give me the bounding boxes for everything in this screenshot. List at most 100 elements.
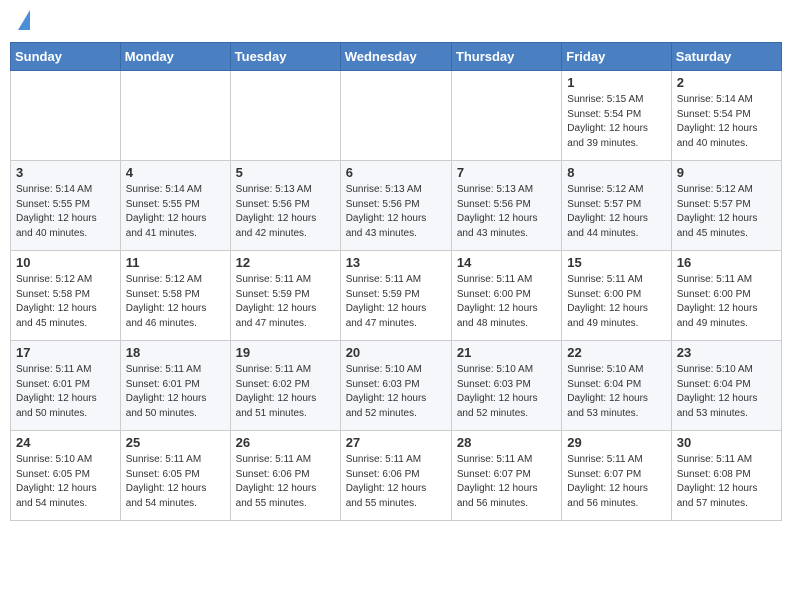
calendar-cell: 21 Sunrise: 5:10 AM Sunset: 6:03 PM Dayli… xyxy=(451,341,561,431)
day-info: Sunrise: 5:11 AM Sunset: 6:07 PM Dayligh… xyxy=(457,453,556,511)
day-info: Sunrise: 5:10 AM Sunset: 6:04 PM Dayligh… xyxy=(677,363,776,421)
calendar-cell: 25 Sunrise: 5:11 AM Sunset: 6:05 PM Dayli… xyxy=(120,431,230,521)
day-number: 15 xyxy=(567,255,665,270)
day-number: 19 xyxy=(236,345,335,360)
calendar-cell: 8 Sunrise: 5:12 AM Sunset: 5:57 PM Daylig… xyxy=(562,161,671,251)
day-info: Sunrise: 5:11 AM Sunset: 5:59 PM Dayligh… xyxy=(346,273,446,331)
logo xyxy=(15,10,30,32)
day-info: Sunrise: 5:15 AM Sunset: 5:54 PM Dayligh… xyxy=(567,93,665,151)
calendar-cell: 4 Sunrise: 5:14 AM Sunset: 5:55 PM Daylig… xyxy=(120,161,230,251)
day-info: Sunrise: 5:11 AM Sunset: 6:00 PM Dayligh… xyxy=(567,273,665,331)
calendar-cell: 3 Sunrise: 5:14 AM Sunset: 5:55 PM Daylig… xyxy=(11,161,121,251)
calendar-cell: 14 Sunrise: 5:11 AM Sunset: 6:00 PM Dayli… xyxy=(451,251,561,341)
calendar-week-row: 3 Sunrise: 5:14 AM Sunset: 5:55 PM Daylig… xyxy=(11,161,782,251)
day-number: 12 xyxy=(236,255,335,270)
day-number: 2 xyxy=(677,75,776,90)
calendar-cell: 9 Sunrise: 5:12 AM Sunset: 5:57 PM Daylig… xyxy=(671,161,781,251)
day-number: 13 xyxy=(346,255,446,270)
calendar-cell: 16Sunrise: 5:11 AM Sunset: 6:00 PM Dayli… xyxy=(671,251,781,341)
day-info: Sunrise: 5:10 AM Sunset: 6:05 PM Dayligh… xyxy=(16,453,115,511)
day-number: 24 xyxy=(16,435,115,450)
day-info: Sunrise: 5:11 AM Sunset: 6:06 PM Dayligh… xyxy=(346,453,446,511)
calendar-cell: 19 Sunrise: 5:11 AM Sunset: 6:02 PM Dayli… xyxy=(230,341,340,431)
day-info: Sunrise: 5:11 AM Sunset: 6:00 PM Dayligh… xyxy=(457,273,556,331)
calendar-cell xyxy=(11,71,121,161)
day-number: 27 xyxy=(346,435,446,450)
calendar-cell: 22Sunrise: 5:10 AM Sunset: 6:04 PM Dayli… xyxy=(562,341,671,431)
day-info: Sunrise: 5:10 AM Sunset: 6:03 PM Dayligh… xyxy=(346,363,446,421)
day-info: Sunrise: 5:11 AM Sunset: 6:05 PM Dayligh… xyxy=(126,453,225,511)
day-number: 14 xyxy=(457,255,556,270)
day-info: Sunrise: 5:13 AM Sunset: 5:56 PM Dayligh… xyxy=(236,183,335,241)
calendar-cell: 13 Sunrise: 5:11 AM Sunset: 5:59 PM Dayli… xyxy=(340,251,451,341)
day-number: 28 xyxy=(457,435,556,450)
day-info: Sunrise: 5:14 AM Sunset: 5:55 PM Dayligh… xyxy=(126,183,225,241)
calendar-cell: 24 Sunrise: 5:10 AM Sunset: 6:05 PM Dayli… xyxy=(11,431,121,521)
day-info: Sunrise: 5:13 AM Sunset: 5:56 PM Dayligh… xyxy=(457,183,556,241)
day-info: Sunrise: 5:10 AM Sunset: 6:03 PM Dayligh… xyxy=(457,363,556,421)
day-number: 3 xyxy=(16,165,115,180)
calendar-header-sunday: Sunday xyxy=(11,43,121,71)
calendar-cell: 12 Sunrise: 5:11 AM Sunset: 5:59 PM Dayli… xyxy=(230,251,340,341)
calendar-cell: 30 Sunrise: 5:11 AM Sunset: 6:08 PM Dayli… xyxy=(671,431,781,521)
calendar-header-wednesday: Wednesday xyxy=(340,43,451,71)
calendar-cell: 7 Sunrise: 5:13 AM Sunset: 5:56 PM Daylig… xyxy=(451,161,561,251)
day-number: 5 xyxy=(236,165,335,180)
day-number: 20 xyxy=(346,345,446,360)
day-number: 9 xyxy=(677,165,776,180)
day-info: Sunrise: 5:11 AM Sunset: 6:07 PM Dayligh… xyxy=(567,453,665,511)
calendar-cell: 1 Sunrise: 5:15 AM Sunset: 5:54 PM Daylig… xyxy=(562,71,671,161)
day-number: 6 xyxy=(346,165,446,180)
day-number: 18 xyxy=(126,345,225,360)
day-info: Sunrise: 5:12 AM Sunset: 5:57 PM Dayligh… xyxy=(677,183,776,241)
day-number: 23 xyxy=(677,345,776,360)
calendar-cell: 23 Sunrise: 5:10 AM Sunset: 6:04 PM Dayli… xyxy=(671,341,781,431)
day-number: 4 xyxy=(126,165,225,180)
day-info: Sunrise: 5:10 AM Sunset: 6:04 PM Dayligh… xyxy=(567,363,665,421)
calendar-cell: 15 Sunrise: 5:11 AM Sunset: 6:00 PM Dayli… xyxy=(562,251,671,341)
day-number: 8 xyxy=(567,165,665,180)
calendar-cell: 27 Sunrise: 5:11 AM Sunset: 6:06 PM Dayli… xyxy=(340,431,451,521)
day-info: Sunrise: 5:11 AM Sunset: 6:08 PM Dayligh… xyxy=(677,453,776,511)
calendar-header-saturday: Saturday xyxy=(671,43,781,71)
calendar-cell xyxy=(340,71,451,161)
calendar-cell: 20 Sunrise: 5:10 AM Sunset: 6:03 PM Dayli… xyxy=(340,341,451,431)
day-number: 21 xyxy=(457,345,556,360)
page-header xyxy=(10,10,782,32)
calendar-cell: 28 Sunrise: 5:11 AM Sunset: 6:07 PM Dayli… xyxy=(451,431,561,521)
calendar-table: SundayMondayTuesdayWednesdayThursdayFrid… xyxy=(10,42,782,521)
day-number: 25 xyxy=(126,435,225,450)
day-info: Sunrise: 5:11 AM Sunset: 6:01 PM Dayligh… xyxy=(16,363,115,421)
day-info: Sunrise: 5:11 AM Sunset: 6:06 PM Dayligh… xyxy=(236,453,335,511)
calendar-week-row: 1 Sunrise: 5:15 AM Sunset: 5:54 PM Daylig… xyxy=(11,71,782,161)
calendar-cell: 6 Sunrise: 5:13 AM Sunset: 5:56 PM Daylig… xyxy=(340,161,451,251)
day-info: Sunrise: 5:13 AM Sunset: 5:56 PM Dayligh… xyxy=(346,183,446,241)
day-info: Sunrise: 5:12 AM Sunset: 5:57 PM Dayligh… xyxy=(567,183,665,241)
calendar-header-friday: Friday xyxy=(562,43,671,71)
calendar-cell xyxy=(230,71,340,161)
calendar-cell xyxy=(120,71,230,161)
day-number: 17 xyxy=(16,345,115,360)
day-number: 7 xyxy=(457,165,556,180)
calendar-week-row: 10Sunrise: 5:12 AM Sunset: 5:58 PM Dayli… xyxy=(11,251,782,341)
day-info: Sunrise: 5:11 AM Sunset: 6:01 PM Dayligh… xyxy=(126,363,225,421)
day-number: 30 xyxy=(677,435,776,450)
calendar-cell: 5 Sunrise: 5:13 AM Sunset: 5:56 PM Daylig… xyxy=(230,161,340,251)
day-number: 29 xyxy=(567,435,665,450)
day-info: Sunrise: 5:14 AM Sunset: 5:54 PM Dayligh… xyxy=(677,93,776,151)
day-info: Sunrise: 5:11 AM Sunset: 5:59 PM Dayligh… xyxy=(236,273,335,331)
calendar-cell: 2 Sunrise: 5:14 AM Sunset: 5:54 PM Daylig… xyxy=(671,71,781,161)
calendar-header-thursday: Thursday xyxy=(451,43,561,71)
calendar-cell: 10Sunrise: 5:12 AM Sunset: 5:58 PM Dayli… xyxy=(11,251,121,341)
calendar-header-tuesday: Tuesday xyxy=(230,43,340,71)
calendar-header-row: SundayMondayTuesdayWednesdayThursdayFrid… xyxy=(11,43,782,71)
day-number: 1 xyxy=(567,75,665,90)
calendar-cell: 11Sunrise: 5:12 AM Sunset: 5:58 PM Dayli… xyxy=(120,251,230,341)
day-number: 26 xyxy=(236,435,335,450)
calendar-week-row: 17 Sunrise: 5:11 AM Sunset: 6:01 PM Dayli… xyxy=(11,341,782,431)
calendar-cell: 29 Sunrise: 5:11 AM Sunset: 6:07 PM Dayli… xyxy=(562,431,671,521)
day-info: Sunrise: 5:11 AM Sunset: 6:02 PM Dayligh… xyxy=(236,363,335,421)
day-info: Sunrise: 5:14 AM Sunset: 5:55 PM Dayligh… xyxy=(16,183,115,241)
calendar-cell: 26 Sunrise: 5:11 AM Sunset: 6:06 PM Dayli… xyxy=(230,431,340,521)
calendar-cell: 17 Sunrise: 5:11 AM Sunset: 6:01 PM Dayli… xyxy=(11,341,121,431)
